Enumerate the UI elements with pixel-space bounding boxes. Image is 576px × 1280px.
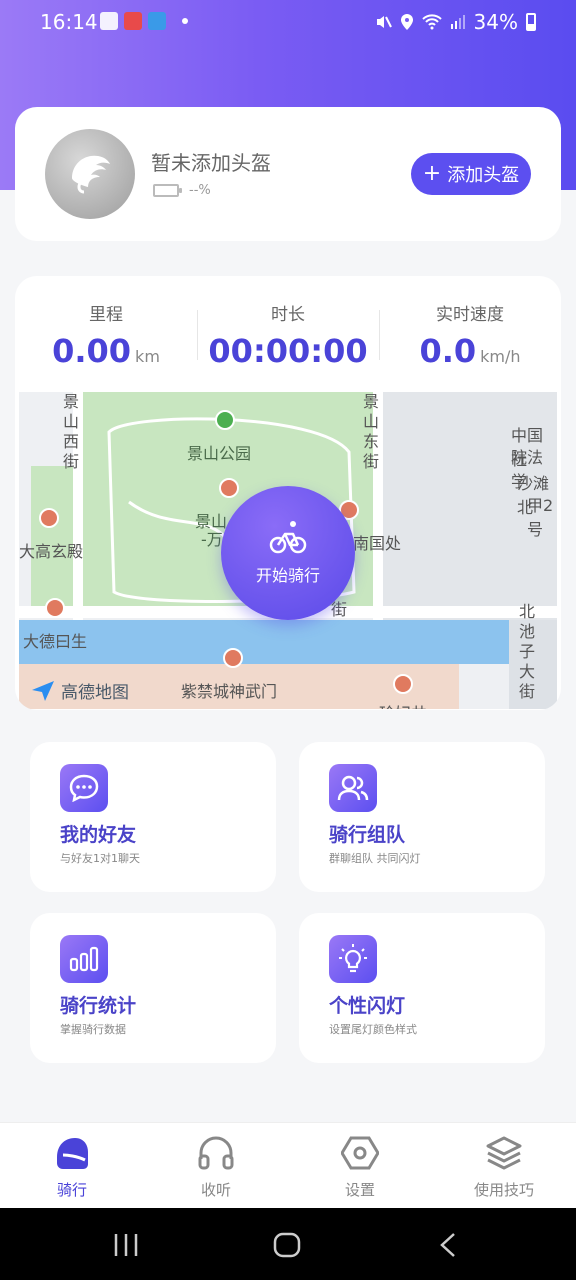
feature-title: 骑行组队: [329, 824, 406, 846]
feature-icon-box: [329, 764, 377, 812]
add-helmet-label: 添加头盔: [447, 165, 520, 186]
amap-logo-icon: [32, 680, 54, 701]
poi-marker-icon: [45, 598, 65, 618]
helmet-status-title: 暂未添加头盔: [151, 151, 271, 175]
notification-icons: [100, 12, 188, 30]
status-right: 34%: [374, 10, 536, 34]
poi-marker-icon: [39, 508, 59, 528]
add-helmet-button[interactable]: + 添加头盔: [411, 153, 531, 195]
ride-stats-card[interactable]: 骑行统计 掌握骑行数据: [30, 913, 276, 1063]
bottom-nav: 骑行 收听 设置 使用技巧: [0, 1122, 576, 1208]
nav-label: 设置: [344, 1181, 375, 1199]
status-time: 16:14: [40, 10, 98, 34]
custom-light-card[interactable]: 个性闪灯 设置尾灯颜色样式: [299, 913, 545, 1063]
stat-duration: 时长 00:00:00: [197, 276, 379, 392]
feature-subtitle: 设置尾灯颜色样式: [329, 1023, 417, 1036]
ride-card: 里程 0.00 km 时长 00:00:00 实时速度 0.0 km/h 景山公…: [15, 276, 561, 710]
map-label: 珍妃井: [379, 700, 427, 709]
poi-marker-icon: [219, 478, 239, 498]
signal-icon: [450, 15, 465, 29]
feature-icon-box: [60, 764, 108, 812]
feature-icon-box: [60, 935, 108, 983]
system-nav-bar: [0, 1208, 576, 1280]
map-label: 景山西街: [63, 392, 80, 471]
layers-icon: [486, 1136, 522, 1170]
nav-label: 使用技巧: [473, 1181, 534, 1199]
map-label: 大高玄殿: [19, 542, 84, 561]
map-label: 南国处: [353, 534, 402, 553]
nav-tab-tips[interactable]: 使用技巧: [432, 1133, 576, 1200]
stat-label: 时长: [271, 305, 305, 325]
feature-title: 骑行统计: [60, 995, 137, 1017]
stat-value: 0.0: [419, 332, 477, 370]
stat-label: 里程: [89, 305, 123, 325]
riding-tab-icon: [57, 1138, 88, 1169]
nav-tab-listen[interactable]: 收听: [144, 1133, 288, 1200]
map-label: 北池子大街: [519, 602, 536, 701]
settings-hexagon-icon: [341, 1136, 379, 1170]
nav-tab-settings[interactable]: 设置: [288, 1133, 432, 1200]
recent-apps-icon[interactable]: [112, 1232, 140, 1258]
map-label: 景山东街: [363, 392, 380, 471]
map-label: -万: [201, 530, 223, 549]
helmet-battery-icon: [153, 184, 182, 197]
stat-label: 实时速度: [436, 305, 504, 325]
stat-distance: 里程 0.00 km: [15, 276, 197, 392]
bar-chart-icon: [69, 946, 99, 972]
map-label: 景山公园: [187, 444, 252, 463]
app2-notification-icon: [148, 12, 166, 30]
gallery-notification-icon: [100, 12, 118, 30]
poi-marker-icon: [223, 648, 243, 668]
helmet-card: 暂未添加头盔 --% + 添加头盔: [15, 107, 561, 241]
nav-tab-riding[interactable]: 骑行: [0, 1133, 144, 1200]
eagle-logo-icon: [72, 155, 110, 194]
bicycle-rider-icon: [269, 521, 307, 554]
nav-label: 骑行: [56, 1181, 87, 1199]
home-icon[interactable]: [272, 1232, 302, 1258]
more-notifications-icon: [182, 18, 188, 24]
group-icon: [337, 775, 369, 801]
feature-title: 个性闪灯: [329, 995, 406, 1017]
start-riding-button[interactable]: 开始骑行: [221, 486, 355, 620]
back-icon[interactable]: [436, 1232, 462, 1258]
wifi-icon: [421, 14, 442, 30]
map-label: 大德曰生: [23, 632, 88, 651]
stat-speed: 实时速度 0.0 km/h: [379, 276, 561, 392]
team-riding-card[interactable]: 骑行组队 群聊组队 共同闪灯: [299, 742, 545, 892]
chat-icon: [69, 774, 99, 802]
stat-value: 0.00: [52, 332, 132, 370]
poi-marker-icon: [393, 674, 413, 694]
start-riding-label: 开始骑行: [255, 566, 320, 585]
map-provider-logo: 高德地图: [31, 678, 129, 703]
ride-stats: 里程 0.00 km 时长 00:00:00 实时速度 0.0 km/h: [15, 276, 561, 392]
map-provider-label: 高德地图: [61, 683, 129, 703]
stat-unit: km/h: [480, 347, 521, 366]
friends-card[interactable]: 我的好友 与好友1对1聊天: [30, 742, 276, 892]
stat-unit: km: [135, 347, 160, 366]
location-icon: [400, 14, 413, 30]
park-marker-icon: [215, 410, 235, 430]
map-label: 甲2号: [527, 496, 554, 539]
app-notification-icon: [124, 12, 142, 30]
battery-icon: [526, 13, 536, 31]
nav-label: 收听: [200, 1181, 231, 1199]
headphones-icon: [198, 1136, 234, 1170]
helmet-battery-text: --%: [189, 183, 211, 198]
bulb-icon: [339, 944, 367, 973]
plus-icon: +: [422, 161, 442, 186]
mute-icon: [376, 16, 392, 28]
stat-value: 00:00:00: [208, 332, 368, 370]
status-bar: 16:14 34%: [0, 0, 576, 46]
helmet-avatar: [45, 129, 135, 219]
helmet-battery-row: --%: [153, 183, 211, 198]
feature-title: 我的好友: [60, 824, 137, 846]
feature-icon-box: [329, 935, 377, 983]
feature-subtitle: 群聊组队 共同闪灯: [329, 852, 421, 865]
battery-percent: 34%: [473, 10, 518, 34]
feature-subtitle: 掌握骑行数据: [60, 1023, 126, 1036]
map-label: 紫禁城神武门: [181, 682, 278, 701]
feature-subtitle: 与好友1对1聊天: [60, 852, 140, 865]
